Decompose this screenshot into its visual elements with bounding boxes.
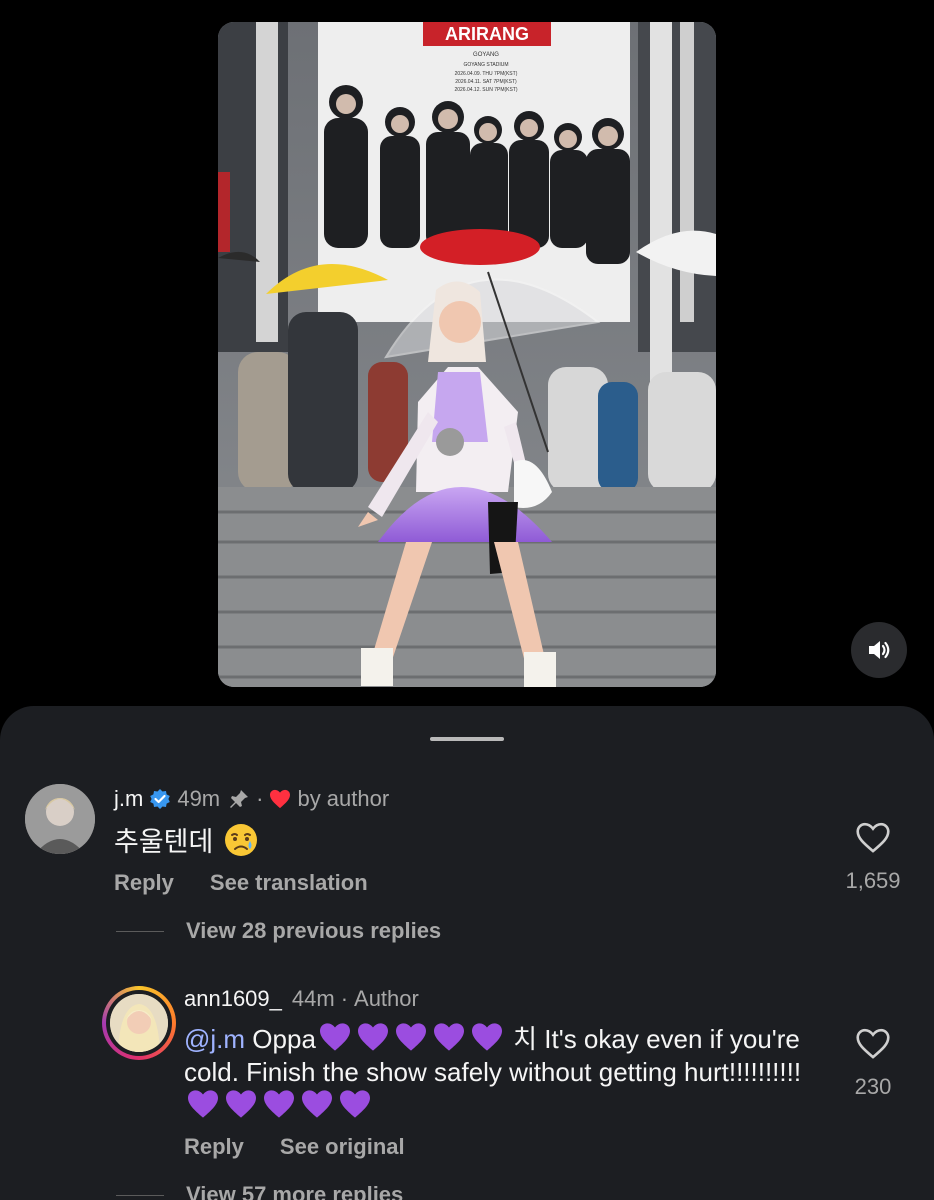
heart-outline-icon[interactable] [855,822,891,854]
purple-heart-icon [395,1023,426,1051]
timestamp: 44m [291,986,335,1011]
reply-button[interactable]: Reply [114,870,174,896]
see-original-button[interactable]: See original [280,1134,405,1160]
comment-body-part1: Oppa [252,1024,316,1054]
banner-date-1: 2026.04.09. THU 7PM(KST) [455,71,518,77]
purple-hearts-emoji [184,1090,374,1121]
video-player[interactable]: ARIRANG GOYANG GOYANG STADIUM 2026.04.09… [218,22,716,687]
purple-heart-icon [471,1023,502,1051]
separator-dot: · [340,986,349,1011]
avatar [110,994,168,1052]
like-control: 1,659 [836,822,910,894]
view-replies-label: View 28 previous replies [186,918,442,943]
view-previous-replies-button[interactable]: View 28 previous replies [116,918,441,944]
mention-link[interactable]: @j.m [184,1024,245,1054]
divider-line [116,1194,164,1196]
view-more-replies-button[interactable]: View 57 more replies [116,1182,403,1200]
purple-heart-icon [357,1023,388,1051]
avatar-story-ring[interactable] [102,986,176,1060]
comment-text: 추울텐데 [114,820,259,859]
purple-heart-icon [433,1023,464,1051]
comment-actions: Reply See translation [114,870,368,896]
author-badge: Author [354,986,419,1011]
divider-line [116,930,164,932]
purple-heart-icon [319,1023,350,1051]
banner-date-3: 2026.04.12. SUN 7PM(KST) [454,87,517,93]
video-frame: ARIRANG GOYANG GOYANG STADIUM 2026.04.09… [218,22,716,687]
purple-heart-icon [264,1090,294,1118]
pin-icon [230,790,249,808]
banner-stadium: GOYANG STADIUM [463,62,508,68]
username[interactable]: j.m [114,786,143,812]
comment-meta: j.m 49m · by author [114,786,389,812]
comment-text: @j.m Oppa 치 It's okay even if you're col… [184,1022,824,1123]
speaker-icon [869,641,890,659]
comments-sheet: j.m 49m · by author 추울텐데 Reply See trans… [0,706,934,1200]
view-replies-label: View 57 more replies [186,1182,404,1200]
banner-title: ARIRANG [445,24,529,44]
like-count: 230 [854,1074,892,1099]
screen: ARIRANG GOYANG GOYANG STADIUM 2026.04.09… [0,0,934,1200]
heart-outline-icon[interactable] [855,1028,891,1060]
comment-meta: ann1609_ 44m · Author [184,986,419,1012]
banner-venue: GOYANG [473,52,499,58]
purple-heart-icon [302,1090,332,1118]
banner-date-2: 2026.04.11. SAT 7PM(KST) [455,79,517,85]
purple-heart-icon [340,1090,370,1118]
separator-dot: · [256,786,264,811]
see-translation-button[interactable]: See translation [210,870,368,896]
avatar[interactable] [25,784,95,854]
sheet-drag-handle[interactable] [430,737,504,741]
purple-hearts-emoji [316,1023,506,1054]
crying-face-icon [225,823,258,856]
purple-heart-icon [226,1090,256,1118]
sound-toggle-button[interactable] [851,622,907,678]
like-control: 230 [836,1028,910,1100]
comment-body: 추울텐데 [114,827,214,857]
username[interactable]: ann1609_ [184,986,282,1012]
verified-badge-icon [150,789,171,809]
heart-filled-icon [270,789,291,809]
comment-actions: Reply See original [184,1134,405,1160]
like-count: 1,659 [845,868,901,893]
liked-by-author-label: by author [297,786,390,811]
timestamp: 49m [177,786,221,811]
reply-button[interactable]: Reply [184,1134,244,1160]
purple-heart-icon [188,1090,218,1118]
